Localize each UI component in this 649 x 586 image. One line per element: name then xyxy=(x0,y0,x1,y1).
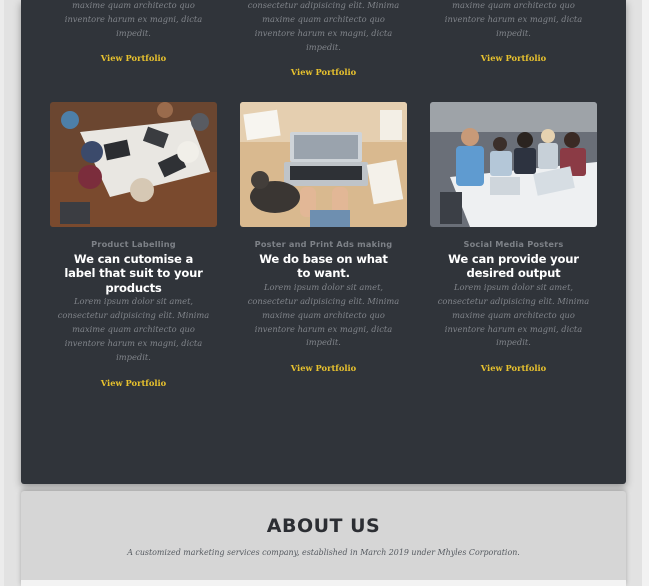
card-heading: We can cutomise a label that suit to you… xyxy=(64,252,203,295)
card-description: maxime quam architecto quo inventore har… xyxy=(64,0,203,38)
portfolio-card-top-2: consectetur adipisicing elit. Minima max… xyxy=(240,0,407,77)
card-heading: We can provide your desired output xyxy=(448,252,579,281)
card-category: Poster and Print Ads making xyxy=(254,239,393,249)
view-portfolio-link[interactable]: View Portfolio xyxy=(50,378,217,388)
card-description: Lorem ipsum dolor sit amet, consectetur … xyxy=(437,281,590,348)
card-heading: We do base on what to want. xyxy=(259,252,388,281)
card-description: Lorem ipsum dolor sit amet, consectetur … xyxy=(57,296,210,362)
team-meeting-photo[interactable] xyxy=(50,102,217,227)
portfolio-card-top-3: maxime quam architecto quo inventore har… xyxy=(430,0,597,63)
portfolio-card-top-1: maxime quam architecto quo inventore har… xyxy=(50,0,217,63)
portfolio-card-1: Product Labelling We can cutomise a labe… xyxy=(50,239,217,388)
view-portfolio-link[interactable]: View Portfolio xyxy=(240,363,407,373)
portfolio-section: maxime quam architecto quo inventore har… xyxy=(21,0,626,484)
card-category: Product Labelling xyxy=(91,239,176,249)
card-description: Lorem ipsum dolor sit amet, consectetur … xyxy=(247,281,400,348)
page-bottom-edge xyxy=(21,580,626,586)
about-section: ABOUT US A customized marketing services… xyxy=(21,491,626,586)
view-portfolio-link[interactable]: View Portfolio xyxy=(240,67,407,77)
portfolio-card-2: Poster and Print Ads making We do base o… xyxy=(240,239,407,373)
about-title: ABOUT US xyxy=(266,515,381,537)
view-portfolio-link[interactable]: View Portfolio xyxy=(430,53,597,63)
page-right-edge xyxy=(642,0,649,586)
about-subtitle: A customized marketing services company,… xyxy=(127,548,520,557)
card-description: consectetur adipisicing elit. Minima max… xyxy=(247,0,400,52)
group-laptops-photo[interactable] xyxy=(430,102,597,227)
view-portfolio-link[interactable]: View Portfolio xyxy=(50,53,217,63)
page-left-edge xyxy=(0,0,4,586)
laptop-desk-cat-photo[interactable] xyxy=(240,102,407,227)
card-description: maxime quam architecto quo inventore har… xyxy=(444,0,583,38)
view-portfolio-link[interactable]: View Portfolio xyxy=(430,363,597,373)
card-category: Social Media Posters xyxy=(463,239,564,249)
portfolio-card-3: Social Media Posters We can provide your… xyxy=(430,239,597,373)
